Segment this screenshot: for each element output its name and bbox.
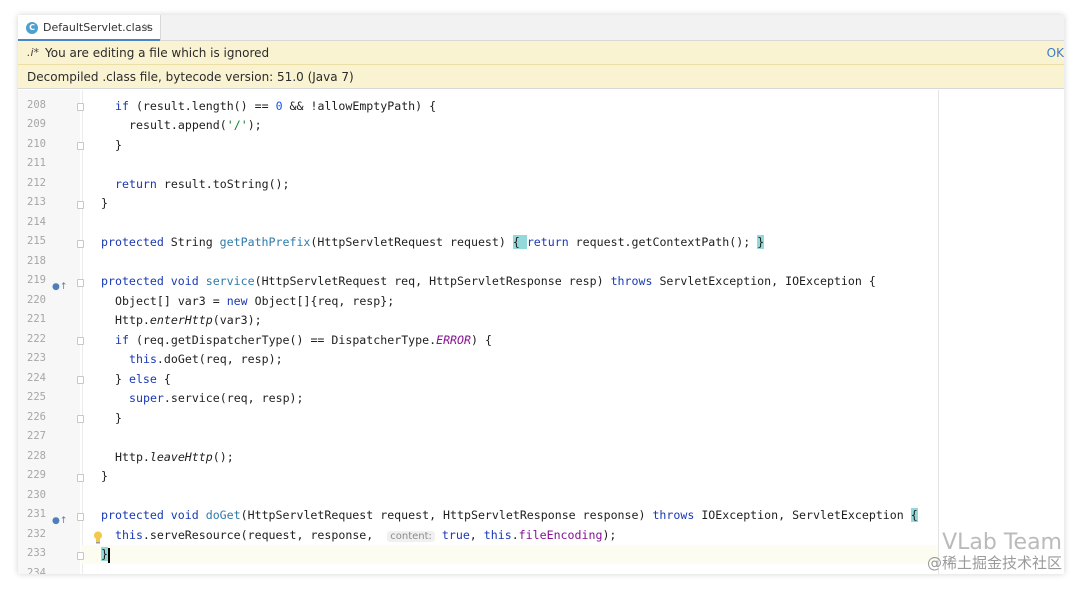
- code-line-221: Http.enterHttp(var3);: [115, 313, 262, 327]
- ignored-file-icon: .i*: [27, 46, 40, 59]
- line-number: 220: [27, 294, 46, 306]
- line-number: 228: [27, 450, 46, 462]
- line-number: 208: [27, 99, 46, 111]
- line-number: 218: [27, 255, 46, 267]
- ok-link[interactable]: OK: [1047, 41, 1064, 65]
- code-editor[interactable]: 207 208 209 210 211 212 213 214 215 218 219 220 221 2…: [18, 90, 1064, 574]
- line-number: 234: [27, 567, 46, 574]
- fold-marker[interactable]: [77, 142, 84, 150]
- fold-marker[interactable]: [77, 279, 84, 287]
- code-line-232: this.serveResource(request, response, co…: [115, 528, 617, 542]
- code-line-220: Object[] var3 = new Object[]{req, resp};: [115, 294, 395, 308]
- code-line-219: protected void service(HttpServletReques…: [101, 274, 876, 288]
- code-line-229: }: [101, 469, 108, 483]
- line-number: 219: [27, 274, 46, 286]
- decompiled-banner: Decompiled .class file, bytecode version…: [18, 65, 1064, 89]
- line-number: 231: [27, 508, 46, 520]
- line-number: 225: [27, 391, 46, 403]
- code-line-231: protected void doGet(HttpServletRequest …: [101, 508, 918, 522]
- fold-marker[interactable]: [77, 415, 84, 423]
- fold-marker[interactable]: [77, 337, 84, 345]
- line-number: 233: [27, 547, 46, 559]
- fold-marker[interactable]: [77, 201, 84, 209]
- fold-marker[interactable]: [77, 474, 84, 482]
- line-number: 214: [27, 216, 46, 228]
- line-number: 211: [27, 157, 46, 169]
- code-line-210: }: [115, 138, 122, 152]
- line-number: 223: [27, 352, 46, 364]
- override-icon[interactable]: ●↑: [52, 516, 67, 526]
- editor-tab-bar: C DefaultServlet.class ×: [18, 15, 1064, 41]
- code-line-228: Http.leaveHttp();: [115, 450, 234, 464]
- watermark-site: @稀土掘金技术社区: [926, 554, 1062, 572]
- close-icon[interactable]: ×: [142, 20, 151, 33]
- line-number: 207: [18, 90, 46, 93]
- code-line-225: super.service(req, resp);: [129, 391, 304, 405]
- code-line-224: } else {: [115, 372, 171, 386]
- ignored-file-banner: .i* You are editing a file which is igno…: [18, 41, 1064, 65]
- line-number: 213: [27, 196, 46, 208]
- line-number: 226: [27, 411, 46, 423]
- line-number: 215: [27, 235, 46, 247]
- fold-marker[interactable]: [77, 376, 84, 384]
- ide-window: C DefaultServlet.class × .i* You are edi…: [18, 15, 1064, 574]
- line-number: 227: [27, 430, 46, 442]
- code-line-215: protected String getPathPrefix(HttpServl…: [101, 235, 765, 249]
- tab-defaultservlet-class[interactable]: C DefaultServlet.class ×: [18, 15, 161, 41]
- ignored-file-text: You are editing a file which is ignored: [45, 46, 270, 60]
- code-line-212: return result.toString();: [115, 177, 290, 191]
- right-margin-guide: [938, 90, 939, 574]
- line-number: 232: [27, 528, 46, 540]
- code-line-226: }: [115, 411, 122, 425]
- text-caret: [108, 548, 110, 563]
- line-number: 212: [27, 177, 46, 189]
- parameter-hint: content:: [387, 531, 435, 542]
- line-number: 210: [27, 138, 46, 150]
- line-number: 221: [27, 313, 46, 325]
- code-line-223: this.doGet(req, resp);: [129, 352, 283, 366]
- code-line-213: }: [101, 196, 108, 210]
- line-number: 230: [27, 489, 46, 501]
- fold-gutter: [82, 90, 83, 574]
- code-line-233: }: [101, 547, 108, 561]
- fold-marker[interactable]: [77, 103, 84, 111]
- code-line-209: result.append('/');: [129, 118, 262, 132]
- current-line-highlight: [81, 545, 938, 564]
- code-line-222: if (req.getDispatcherType() == Dispatche…: [115, 333, 492, 347]
- line-number: 229: [27, 469, 46, 481]
- class-icon: C: [26, 22, 38, 34]
- line-number: 209: [27, 118, 46, 130]
- fold-marker[interactable]: [77, 240, 84, 248]
- tab-label: DefaultServlet.class: [43, 21, 153, 34]
- lightbulb-icon[interactable]: [93, 531, 103, 544]
- override-icon[interactable]: ●↑: [52, 282, 67, 292]
- fold-marker[interactable]: [77, 552, 84, 560]
- fold-marker[interactable]: [77, 513, 84, 521]
- line-number: 222: [27, 333, 46, 345]
- decompiled-text: Decompiled .class file, bytecode version…: [27, 70, 354, 84]
- code-line-208: if (result.length() == 0 && !allowEmptyP…: [115, 99, 437, 113]
- line-number: 224: [27, 372, 46, 384]
